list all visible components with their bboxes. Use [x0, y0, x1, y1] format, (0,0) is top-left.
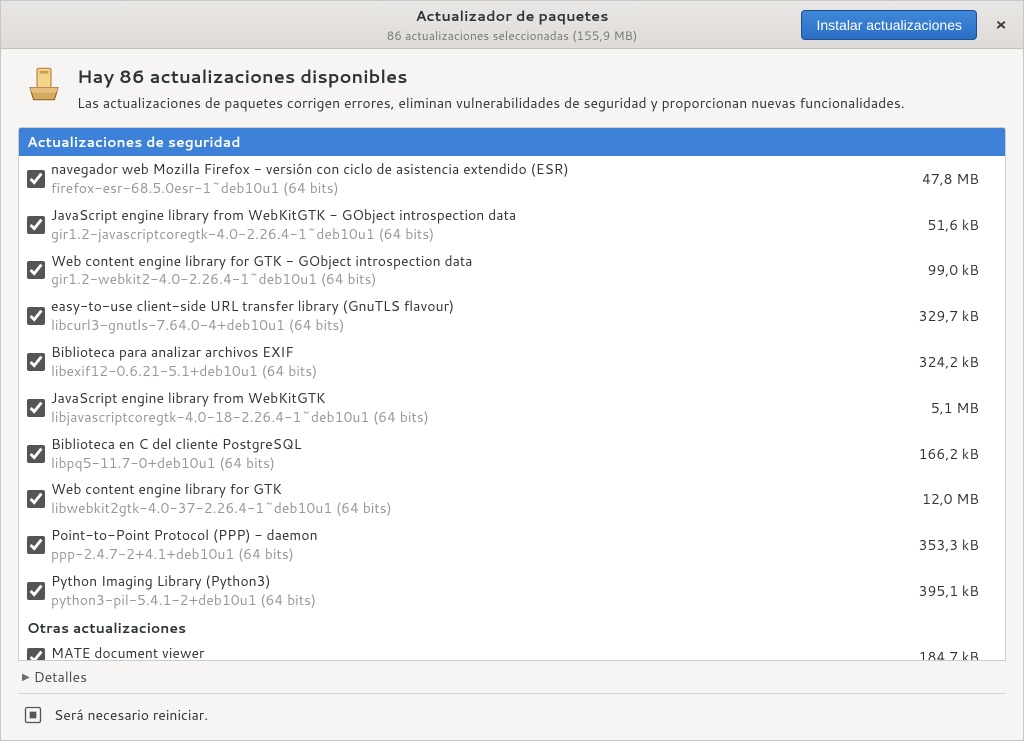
updates-icon	[23, 63, 65, 105]
restart-message: Será necesario reiniciar.	[54, 705, 208, 725]
chevron-right-icon: ▶	[22, 670, 30, 684]
close-icon[interactable]: ×	[987, 11, 1015, 39]
titlebar: Actualizador de paquetes 86 actualizacio…	[1, 1, 1023, 49]
section-other-header: Otras actualizaciones	[19, 614, 1005, 640]
package-title: navegador web Mozilla Firefox - versión …	[51, 160, 909, 179]
package-title: Python Imaging Library (Python3)	[51, 572, 909, 591]
package-checkbox[interactable]	[27, 536, 45, 554]
package-title: Point-to-Point Protocol (PPP) - daemon	[51, 526, 909, 545]
package-title: Web content engine library for GTK - GOb…	[51, 252, 909, 271]
package-version: libjavascriptcoregtk-4.0-18-2.26.4-1~deb…	[51, 408, 909, 427]
package-row[interactable]: Web content engine library for GTK libwe…	[19, 476, 1005, 522]
package-checkbox[interactable]	[27, 261, 45, 279]
package-row[interactable]: Web content engine library for GTK - GOb…	[19, 248, 1005, 294]
page-description: Las actualizaciones de paquetes corrigen…	[77, 93, 905, 113]
package-version: libcurl3-gnutls-7.64.0-4+deb10u1 (64 bit…	[51, 316, 909, 335]
package-row[interactable]: MATE document viewer atril-1.20.3-1+deb1…	[19, 640, 1005, 660]
package-version: ppp-2.4.7-2+4.1+deb10u1 (64 bits)	[51, 545, 909, 564]
package-version: gir1.2-javascriptcoregtk-4.0-2.26.4-1~de…	[51, 225, 909, 244]
package-checkbox[interactable]	[27, 307, 45, 325]
package-row[interactable]: navegador web Mozilla Firefox - versión …	[19, 156, 1005, 202]
package-version: libpq5-11.7-0+deb10u1 (64 bits)	[51, 454, 909, 473]
package-checkbox[interactable]	[27, 490, 45, 508]
package-size: 5,1 MB	[909, 398, 999, 418]
header-row: Hay 86 actualizaciones disponibles Las a…	[1, 49, 1023, 123]
package-checkbox[interactable]	[27, 399, 45, 417]
package-version: libexif12-0.6.21-5.1+deb10u1 (64 bits)	[51, 362, 909, 381]
package-row[interactable]: easy-to-use client-side URL transfer lib…	[19, 293, 1005, 339]
package-title: MATE document viewer	[51, 644, 909, 660]
package-size: 329,7 kB	[909, 306, 999, 326]
package-size: 166,2 kB	[909, 444, 999, 464]
package-checkbox[interactable]	[27, 445, 45, 463]
page-title: Hay 86 actualizaciones disponibles	[77, 63, 905, 89]
package-version: python3-pil-5.4.1-2+deb10u1 (64 bits)	[51, 591, 909, 610]
package-row[interactable]: Point-to-Point Protocol (PPP) - daemon p…	[19, 522, 1005, 568]
package-size: 51,6 kB	[909, 215, 999, 235]
restart-icon	[22, 704, 44, 726]
package-version: libwebkit2gtk-4.0-37-2.26.4-1~deb10u1 (6…	[51, 499, 909, 518]
window-title: Actualizador de paquetes	[229, 5, 795, 26]
package-version: gir1.2-webkit2-4.0-2.26.4-1~deb10u1 (64 …	[51, 270, 909, 289]
window-subtitle: 86 actualizaciones seleccionadas (155,9 …	[229, 27, 795, 44]
package-row[interactable]: Biblioteca en C del cliente PostgreSQL l…	[19, 431, 1005, 477]
package-size: 324,2 kB	[909, 352, 999, 372]
package-row[interactable]: JavaScript engine library from WebKitGTK…	[19, 202, 1005, 248]
section-security-header: Actualizaciones de seguridad	[19, 128, 1005, 156]
package-checkbox[interactable]	[27, 216, 45, 234]
package-title: Web content engine library for GTK	[51, 480, 909, 499]
package-size: 353,3 kB	[909, 535, 999, 555]
package-size: 47,8 MB	[909, 169, 999, 189]
package-checkbox[interactable]	[27, 170, 45, 188]
package-version: firefox-esr-68.5.0esr-1~deb10u1 (64 bits…	[51, 179, 909, 198]
package-size: 395,1 kB	[909, 581, 999, 601]
install-updates-button[interactable]: Instalar actualizaciones	[801, 10, 977, 40]
details-label: Detalles	[34, 667, 87, 687]
scroll-area[interactable]: navegador web Mozilla Firefox - versión …	[19, 156, 1005, 660]
package-title: Biblioteca en C del cliente PostgreSQL	[51, 435, 909, 454]
package-title: easy-to-use client-side URL transfer lib…	[51, 297, 909, 316]
package-checkbox[interactable]	[27, 353, 45, 371]
package-title: Biblioteca para analizar archivos EXIF	[51, 343, 909, 362]
package-title: JavaScript engine library from WebKitGTK	[51, 389, 909, 408]
footer-bar: Será necesario reiniciar.	[18, 693, 1006, 726]
updates-list: Actualizaciones de seguridad navegador w…	[18, 127, 1006, 661]
package-size: 99,0 kB	[909, 260, 999, 280]
package-checkbox[interactable]	[27, 582, 45, 600]
details-expander[interactable]: ▶ Detalles	[18, 661, 1006, 693]
package-checkbox[interactable]	[27, 648, 45, 660]
package-row[interactable]: Python Imaging Library (Python3) python3…	[19, 568, 1005, 614]
package-title: JavaScript engine library from WebKitGTK…	[51, 206, 909, 225]
package-size: 12,0 MB	[909, 489, 999, 509]
package-size: 184,7 kB	[909, 647, 999, 660]
package-row[interactable]: Biblioteca para analizar archivos EXIF l…	[19, 339, 1005, 385]
package-row[interactable]: JavaScript engine library from WebKitGTK…	[19, 385, 1005, 431]
